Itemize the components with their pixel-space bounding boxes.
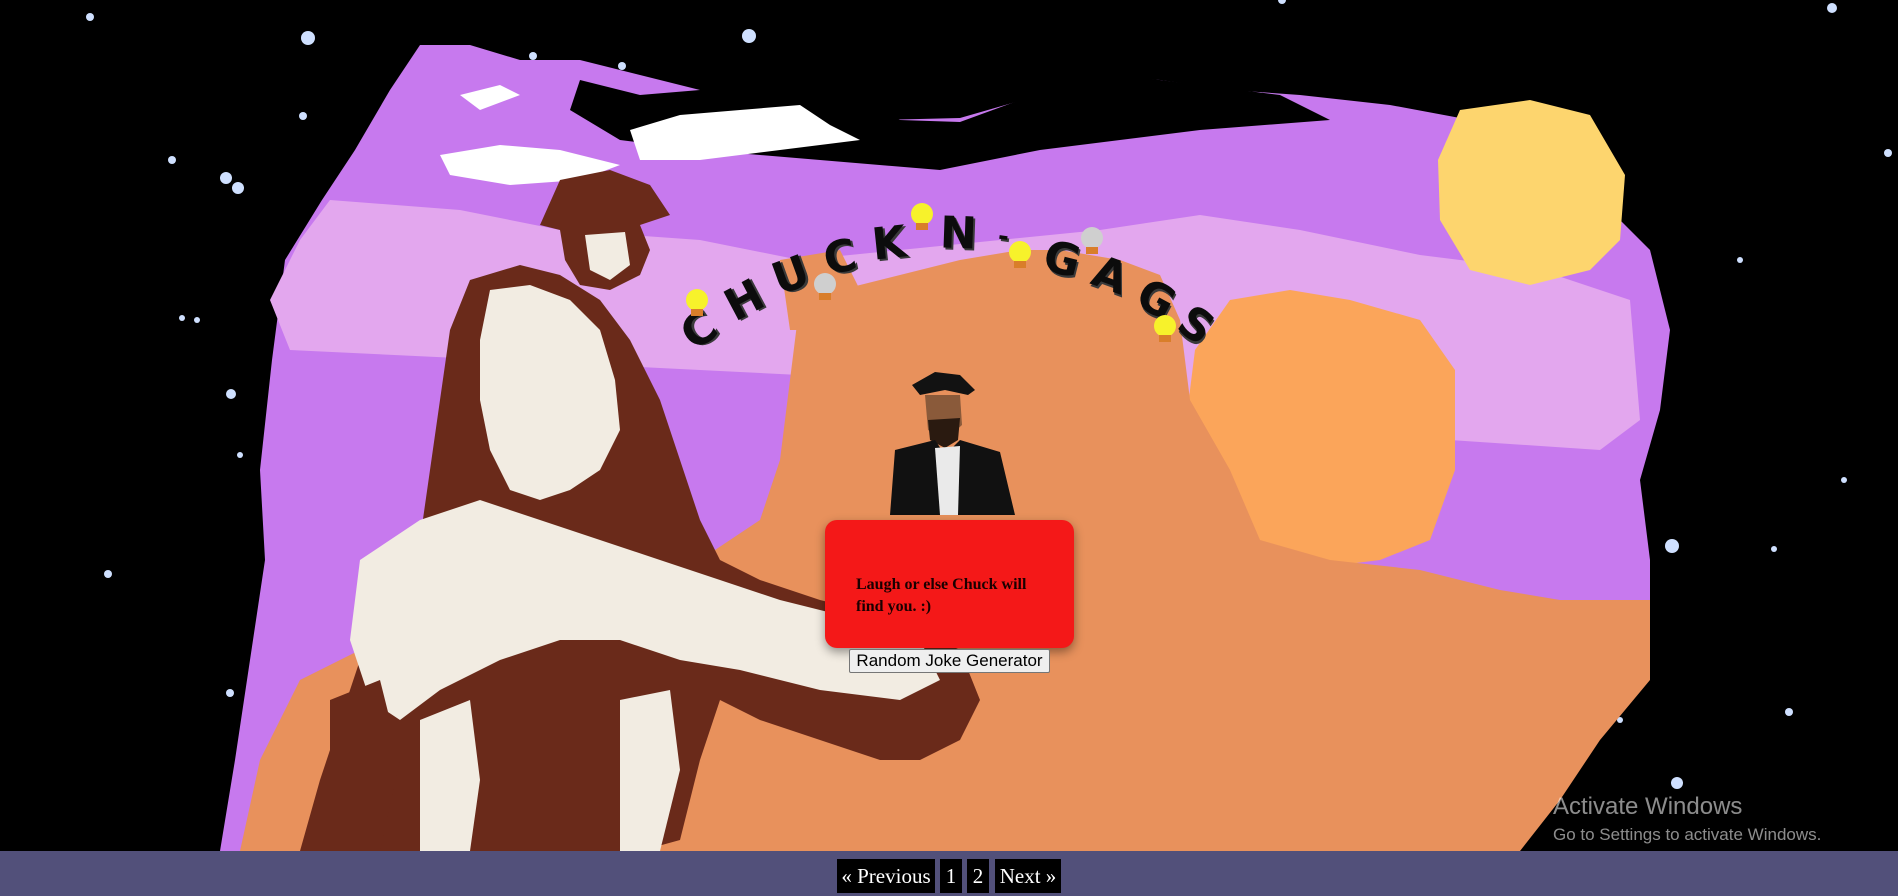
page-link-2[interactable]: 2 [967,859,989,893]
next-page-link[interactable]: Next » [995,859,1061,893]
previous-page-link[interactable]: « Previous [837,859,935,893]
lightbulb-icon [1009,241,1031,268]
lightbulb-icon [1154,315,1176,342]
windows-activation-watermark: Activate Windows Go to Settings to activ… [1553,793,1821,845]
title-letter: K [869,216,909,271]
lightbulb-icon [686,289,708,316]
desert-landscape-illustration [86,0,1892,851]
background-scene: C H U C K N - G A G S [0,0,1898,851]
joke-card: Laugh or else Chuck will find you. :) [825,520,1074,648]
watermark-title: Activate Windows [1553,793,1743,820]
random-joke-button[interactable]: Random Joke Generator [849,649,1050,673]
joke-text: Laugh or else Chuck will find you. :) [856,576,1027,615]
lightbulb-icon [1081,227,1103,254]
pagination-footer: « Previous 1 2 Next » [0,851,1898,896]
lightbulb-icon [814,273,836,300]
watermark-subtitle: Go to Settings to activate Windows. [1553,825,1822,844]
lightbulb-icon [911,203,933,230]
title-letter: N [939,207,978,260]
page-link-1[interactable]: 1 [940,859,962,893]
